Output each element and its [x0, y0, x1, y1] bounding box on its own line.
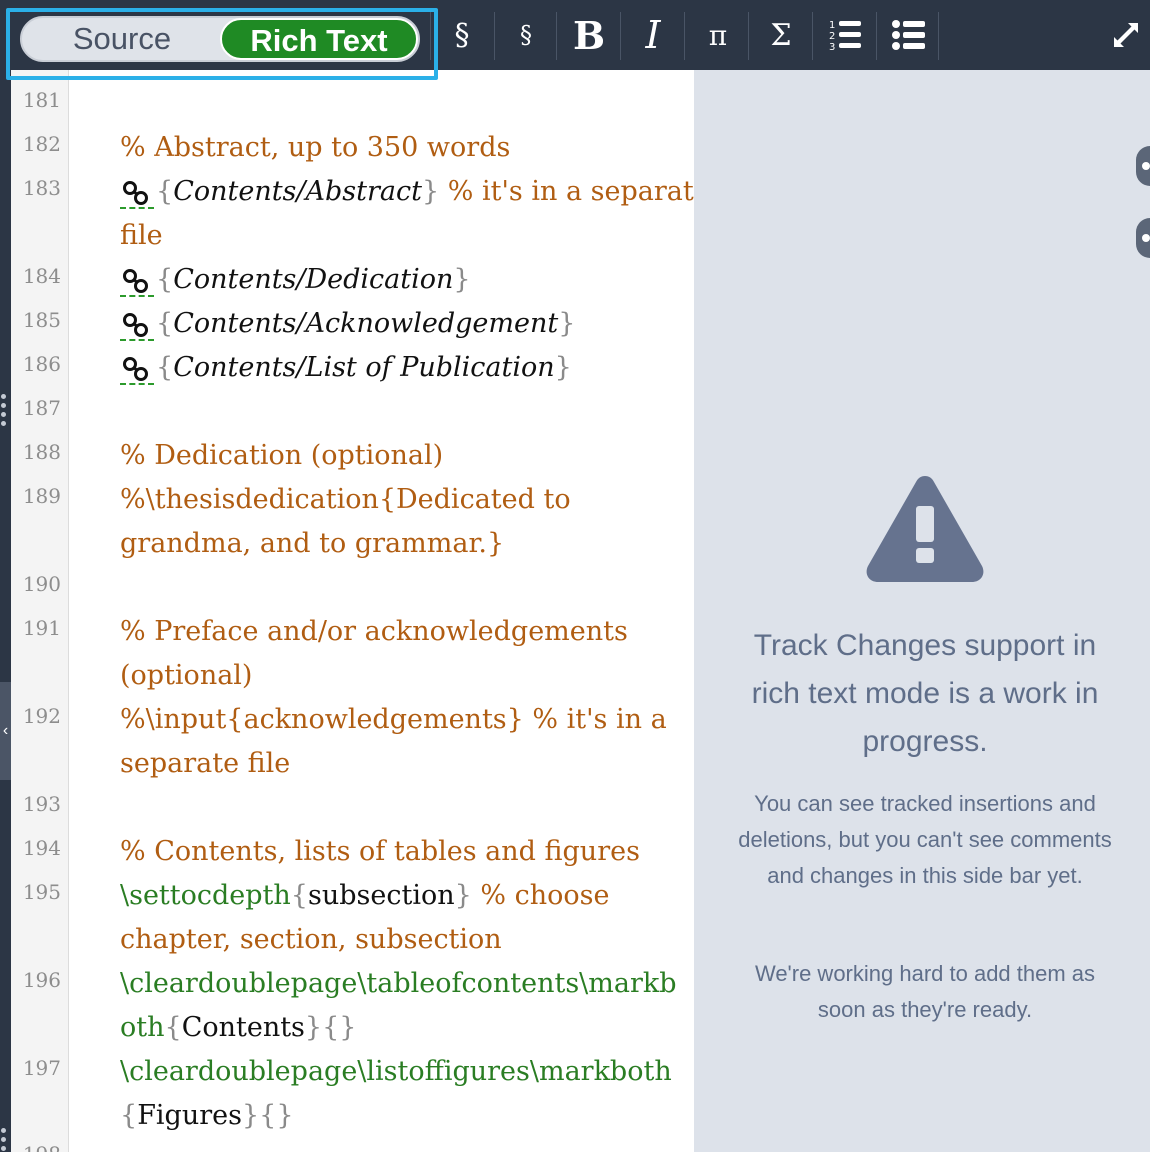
link-icon[interactable]	[120, 355, 154, 385]
toolbar-separator	[684, 12, 685, 60]
svg-text:3: 3	[829, 42, 835, 52]
warning-icon	[864, 468, 986, 584]
line-number: 197	[22, 1056, 61, 1080]
toolbar-separator	[620, 12, 621, 60]
line-number: 195	[22, 880, 61, 904]
inline-math-button[interactable]: π	[696, 0, 740, 70]
toolbar-separator	[494, 12, 495, 60]
numbered-list-icon: 1 2 3	[829, 20, 861, 52]
code-line: \cleardoublepage\listoffigures\markboth	[120, 1056, 672, 1087]
line-number: 191	[22, 616, 61, 640]
code-line: \settocdepth{subsection} % choose	[120, 880, 610, 911]
side-panel-paragraph: We're working hard to add them as soon a…	[754, 961, 1096, 1022]
code-line: {Contents/List of Publication}	[120, 352, 572, 385]
toolbar-separator	[748, 12, 749, 60]
side-panel-paragraph: You can see tracked insertions and delet…	[738, 791, 1112, 888]
line-number: 183	[22, 176, 61, 200]
line-number: 198	[11, 1142, 61, 1152]
toolbar-separator	[430, 12, 431, 60]
section-button[interactable]: §	[442, 0, 482, 70]
line-number: 187	[22, 396, 61, 420]
code-line: % Contents, lists of tables and figures	[120, 836, 640, 867]
toolbar-separator	[876, 12, 877, 60]
line-number: 184	[22, 264, 61, 288]
code-line: % Dedication (optional)	[120, 440, 444, 471]
code-line-wrap: (optional)	[120, 660, 253, 691]
code-line-wrap: chapter, section, subsection	[120, 924, 502, 955]
collapse-left-panel-button[interactable]: ‹	[0, 682, 11, 780]
link-icon[interactable]	[120, 267, 154, 297]
toolbar-separator	[556, 12, 557, 60]
editor-toolbar: Source Rich Text § § B I π Σ 1 2 3	[0, 0, 1150, 70]
line-number: 196	[22, 968, 61, 992]
svg-text:1: 1	[829, 20, 835, 31]
bulleted-list-icon	[892, 20, 925, 50]
code-line-wrap: file	[120, 220, 163, 251]
code-line: {Contents/Dedication}	[120, 264, 471, 297]
expand-icon	[1114, 23, 1138, 47]
code-line-wrap: grandma, and to grammar.}	[120, 528, 505, 559]
editor-mode-toggle[interactable]: Source Rich Text	[20, 16, 420, 62]
line-number: 188	[22, 440, 61, 464]
svg-text:2: 2	[829, 31, 835, 42]
code-line: \cleardoublepage\tableofcontents\markb	[120, 968, 677, 999]
display-math-button[interactable]: Σ	[758, 0, 804, 70]
side-panel-title: Track Changes support in rich text mode …	[751, 629, 1099, 758]
left-panel-edge	[0, 70, 11, 1152]
line-number: 192	[22, 704, 61, 728]
side-panel-handle[interactable]	[1136, 218, 1150, 258]
code-line-wrap: oth{Contents}{}	[120, 1012, 357, 1043]
line-number: 181	[22, 88, 61, 112]
line-number: 194	[22, 836, 61, 860]
link-icon[interactable]	[120, 179, 154, 209]
link-icon[interactable]	[120, 311, 154, 341]
resize-handle-dots[interactable]	[1, 394, 7, 426]
italic-button[interactable]: I	[630, 0, 676, 70]
code-line: {Contents/Abstract} % it's in a separate	[120, 176, 710, 209]
side-panel-handle[interactable]	[1136, 146, 1150, 186]
chevron-left-icon: ‹	[2, 722, 9, 739]
line-number: 185	[22, 308, 61, 332]
subsection-button[interactable]: §	[506, 0, 546, 70]
line-number: 189	[22, 484, 61, 508]
bold-button[interactable]: B	[566, 0, 612, 70]
code-line: %\input{acknowledgements} % it's in a	[120, 704, 667, 735]
code-line: % Abstract, up to 350 words	[120, 132, 511, 163]
line-number: 182	[22, 132, 61, 156]
code-line: % Preface and/or acknowledgements	[120, 616, 628, 647]
bulleted-list-button[interactable]	[886, 0, 932, 70]
code-line: {Contents/Acknowledgement}	[120, 308, 575, 341]
toolbar-separator	[938, 12, 939, 60]
code-line-wrap: separate file	[120, 748, 291, 779]
code-line: %\thesisdedication{Dedicated to	[120, 484, 571, 515]
line-number: 186	[22, 352, 61, 376]
toolbar-separator	[812, 12, 813, 60]
source-mode-button[interactable]: Source	[22, 18, 222, 60]
rich-text-mode-button[interactable]: Rich Text	[220, 18, 418, 60]
line-number: 193	[22, 792, 61, 816]
resize-handle-dots[interactable]	[1, 1128, 7, 1151]
code-line-wrap: {Figures}{}	[120, 1100, 294, 1131]
line-number: 190	[22, 572, 61, 596]
numbered-list-button[interactable]: 1 2 3	[822, 0, 868, 70]
fullscreen-button[interactable]	[1104, 0, 1148, 70]
